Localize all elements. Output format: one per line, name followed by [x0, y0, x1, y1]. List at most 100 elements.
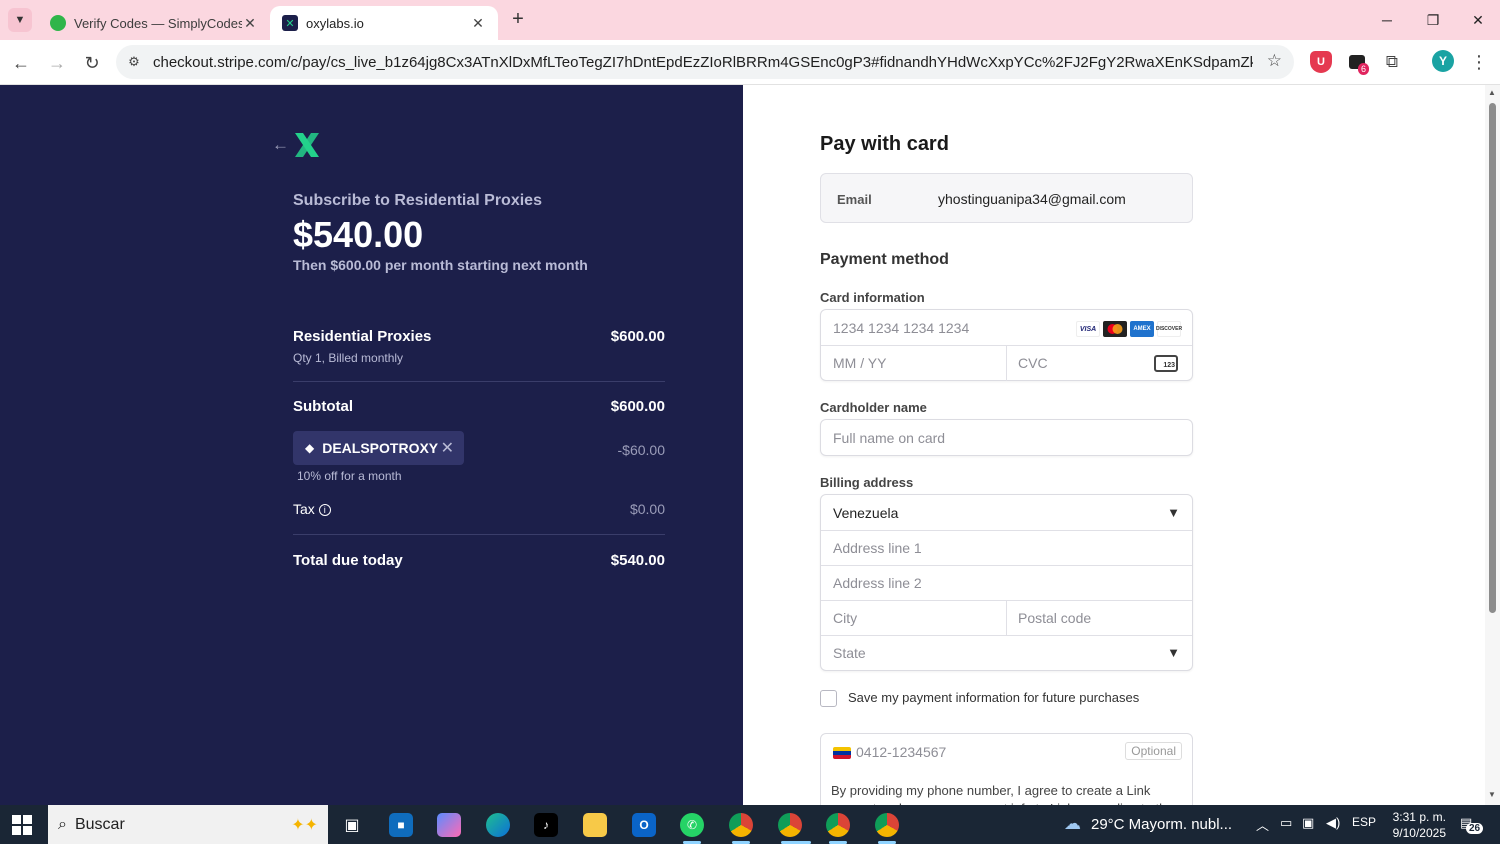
whatsapp-icon[interactable]: ✆: [680, 813, 704, 837]
ublock-shield-icon[interactable]: U: [1310, 51, 1332, 73]
windows-start-icon[interactable]: [12, 815, 32, 835]
back-button[interactable]: ←: [7, 49, 35, 77]
chrome-icon[interactable]: [826, 813, 850, 837]
chrome-icon[interactable]: [778, 813, 802, 837]
weather-widget[interactable]: ☁ 29°C Mayorm. nubl...: [1064, 814, 1232, 834]
extension-wallet-icon[interactable]: 6: [1346, 51, 1370, 75]
subtotal-row: Subtotal $600.00: [293, 398, 665, 415]
network-icon[interactable]: ▣: [1302, 815, 1314, 831]
clock-time: 3:31 p. m.: [1392, 810, 1446, 824]
forward-button[interactable]: →: [43, 49, 71, 77]
tab-search-button[interactable]: ▼: [8, 8, 32, 32]
edge-icon[interactable]: [486, 813, 510, 837]
order-summary-panel: ← Subscribe to Residential Proxies $540.…: [0, 85, 743, 805]
extension-badge: 6: [1358, 63, 1370, 75]
tax-label: Tax: [293, 501, 315, 517]
address-line1-input[interactable]: Address line 1: [833, 540, 922, 556]
chrome-icon[interactable]: [729, 813, 753, 837]
clock[interactable]: 3:31 p. m. 9/10/2025: [1386, 809, 1446, 841]
tab-strip: ▼ Verify Codes — SimplyCodes ✕ ✕ oxylabs…: [0, 0, 1500, 40]
chevron-up-icon[interactable]: ︿: [1256, 815, 1269, 834]
line-item: Residential Proxies $600.00 Qty 1, Bille…: [293, 328, 665, 365]
total-label: Total due today: [293, 552, 403, 569]
save-payment-checkbox[interactable]: [820, 690, 837, 707]
scroll-up-icon[interactable]: ▲: [1488, 88, 1496, 97]
expiry-input[interactable]: MM / YY: [833, 355, 886, 371]
language-indicator[interactable]: ESP: [1352, 815, 1376, 829]
divider: [1006, 600, 1007, 635]
close-icon[interactable]: ✕: [242, 15, 258, 32]
chevron-down-icon[interactable]: ▼: [1167, 645, 1180, 660]
new-tab-button[interactable]: +: [506, 8, 530, 32]
file-explorer-icon[interactable]: [583, 813, 607, 837]
divider: [821, 530, 1192, 531]
email-field[interactable]: Email yhostinguanipa34@gmail.com: [820, 173, 1193, 223]
remove-promo-icon[interactable]: ✕: [441, 438, 454, 458]
close-window-button[interactable]: ✕: [1455, 0, 1500, 40]
close-icon[interactable]: ✕: [470, 15, 486, 32]
tab-simplycodes[interactable]: Verify Codes — SimplyCodes ✕: [38, 6, 270, 40]
cloud-sun-icon: ☁: [1064, 814, 1081, 833]
url-text[interactable]: checkout.stripe.com/c/pay/cs_live_b1z64j…: [153, 54, 1253, 71]
taskbar-search[interactable]: ⌕ Buscar ✦✦: [48, 805, 328, 844]
state-select[interactable]: State: [833, 645, 866, 661]
back-arrow-icon[interactable]: ←: [272, 135, 289, 155]
tab-title: Verify Codes — SimplyCodes: [74, 15, 242, 31]
page-scrollbar[interactable]: ▲ ▼: [1485, 85, 1500, 805]
arrow-right-icon: →: [48, 52, 66, 73]
line-item-name: Residential Proxies: [293, 328, 432, 345]
info-icon[interactable]: i: [318, 504, 331, 517]
line-item-amount: $600.00: [610, 328, 665, 345]
card-number-input[interactable]: 1234 1234 1234 1234: [833, 320, 969, 336]
chevron-down-icon: ▼: [14, 14, 26, 26]
country-select[interactable]: Venezuela: [833, 505, 898, 521]
billing-address-group: Venezuela ▼ Address line 1 Address line …: [820, 494, 1193, 671]
reload-button[interactable]: ↻: [78, 49, 106, 77]
task-view-icon[interactable]: ▣: [340, 813, 364, 837]
notification-badge: 26: [1466, 823, 1484, 834]
oxylabs-logo-icon[interactable]: [292, 130, 322, 160]
bookmark-star-icon[interactable]: ☆: [1267, 51, 1282, 71]
minimize-button[interactable]: ─: [1364, 0, 1410, 40]
phone-field[interactable]: 0412-1234567 Optional By providing my ph…: [820, 733, 1193, 805]
oxylabs-favicon-icon: ✕: [282, 15, 298, 31]
phone-input[interactable]: 0412-1234567: [856, 744, 946, 760]
search-icon: ⌕: [58, 815, 67, 833]
extensions-puzzle-icon[interactable]: ⧉: [1381, 51, 1403, 73]
device-icon[interactable]: ▭: [1280, 815, 1292, 831]
cvc-input[interactable]: CVC: [1018, 355, 1048, 371]
city-input[interactable]: City: [833, 610, 857, 626]
scrollbar-thumb[interactable]: [1489, 103, 1496, 613]
profile-avatar[interactable]: Y: [1432, 50, 1454, 72]
simplycodes-favicon-icon: [50, 15, 66, 31]
store-icon[interactable]: ■: [389, 813, 413, 837]
subtotal-label: Subtotal: [293, 398, 353, 415]
postal-code-input[interactable]: Postal code: [1018, 610, 1091, 626]
site-info-icon[interactable]: ⚙: [124, 52, 144, 72]
outlook-icon[interactable]: O: [632, 813, 656, 837]
chevron-down-icon[interactable]: ▼: [1167, 505, 1180, 520]
reload-icon: ↻: [84, 52, 100, 73]
pay-with-card-heading: Pay with card: [820, 133, 949, 155]
mastercard-circles: [1107, 324, 1123, 334]
tab-oxylabs[interactable]: ✕ oxylabs.io ✕: [270, 6, 498, 40]
tax-row: Tax i: [293, 501, 331, 517]
divider: [293, 534, 665, 535]
copilot-sparkle-icon: ✦✦: [291, 816, 318, 834]
volume-icon[interactable]: ◀): [1326, 815, 1340, 831]
divider: [1006, 345, 1007, 381]
save-payment-label[interactable]: Save my payment information for future p…: [848, 690, 1139, 705]
visa-icon: VISA: [1076, 321, 1100, 337]
chrome-icon[interactable]: [875, 813, 899, 837]
address-line2-input[interactable]: Address line 2: [833, 575, 922, 591]
card-brands: VISA AMEX DISCOVER: [1076, 321, 1182, 337]
payment-method-heading: Payment method: [820, 251, 949, 268]
scroll-down-icon[interactable]: ▼: [1488, 790, 1496, 799]
copilot-icon[interactable]: [437, 813, 461, 837]
tiktok-icon[interactable]: ♪: [534, 813, 558, 837]
address-bar[interactable]: ⚙ checkout.stripe.com/c/pay/cs_live_b1z6…: [116, 45, 1294, 79]
restore-button[interactable]: ❐: [1410, 0, 1456, 40]
menu-kebab-icon[interactable]: ⋮: [1468, 51, 1490, 73]
venezuela-flag-icon: [833, 747, 851, 759]
cardholder-input[interactable]: Full name on card: [820, 419, 1193, 456]
